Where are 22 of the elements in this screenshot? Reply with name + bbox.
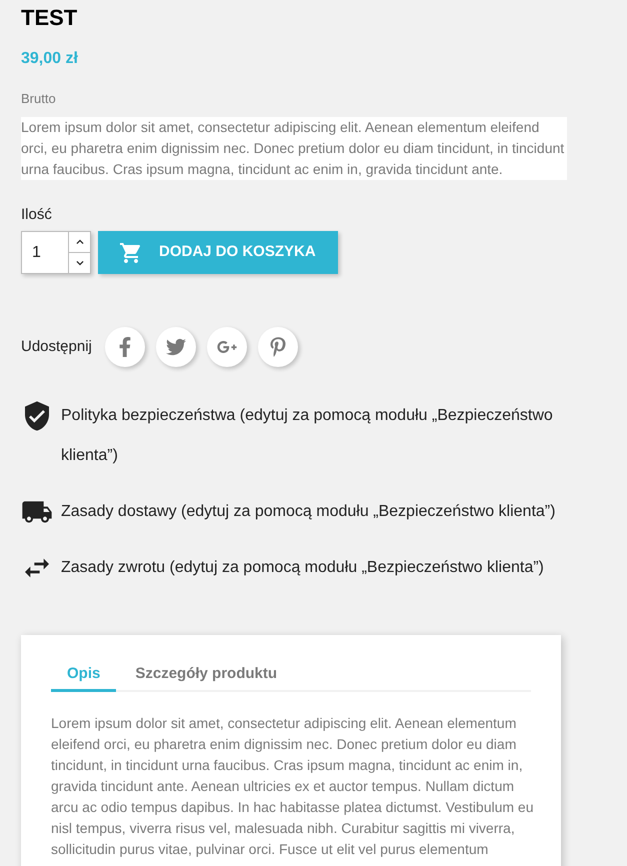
share-button[interactable] (206, 327, 247, 367)
tax-label: Brutto (21, 90, 56, 108)
tab[interactable]: Szczegóły produktu (116, 664, 296, 692)
product-description: Lorem ipsum dolor sit amet, consectetur adipiscing elit. Aenean elementum eleifend orci, eu pharetra enim dignissim nec. Donec pretium dolor eu diam tincidunt, in tincidunt urna faucibus. Cras ipsum magna, tincidunt ac enim in, gravida tincidunt ante. Aenean ultricies ex et auctor tempus. Nullam dictum arcu ac odio tempus dapibus. In hac habitasse platea dictumst. Vestibulum eu nisl tempus, viverra risus vel, malesuada nibh. Curabitur sagittis mi viverra, sollicitudin purus vitae, pulvinar orci. Fusce ut elit vel purus elementum (51, 714, 535, 859)
share-button[interactable] (156, 327, 196, 367)
quantity-label: Ilość (21, 205, 52, 225)
quantity-field[interactable]: 1 (21, 231, 69, 274)
product-title: TEST (21, 4, 78, 32)
cart-icon (119, 240, 143, 264)
reassurance-text: Zasady dostawy (edytuj za pomocą modułu „Bezpieczeństwo klienta”) (61, 502, 556, 522)
pinterest-icon (268, 337, 288, 357)
tab[interactable]: Opis (51, 664, 116, 692)
reassurance-text: Polityka bezpieczeństwa (edytuj za pomocą modułu „Bezpieczeństwo klienta”) (61, 406, 554, 466)
short-description: Lorem ipsum dolor sit amet, consectetur adipiscing elit. Aenean elementum eleifend orci, eu pharetra enim dignissim nec. Donec pretium dolor eu diam tincidunt, in tincidunt urna faucibus. Cras ipsum magna, tincidunt ac enim in, gravida tincidunt ante. (21, 117, 567, 180)
reassurance-text: Zasady zwrotu (edytuj za pomocą modułu „Bezpieczeństwo klienta”) (61, 558, 544, 578)
share-label: Udostępnij (21, 337, 92, 357)
share-button[interactable] (258, 327, 298, 367)
decrement-button[interactable] (69, 253, 91, 274)
product-price: 39,00 zł (21, 49, 78, 69)
twitter-icon (166, 337, 186, 357)
share-button[interactable] (104, 327, 145, 367)
add-to-cart-button[interactable]: DODAJ DO KOSZYKA (98, 231, 338, 274)
